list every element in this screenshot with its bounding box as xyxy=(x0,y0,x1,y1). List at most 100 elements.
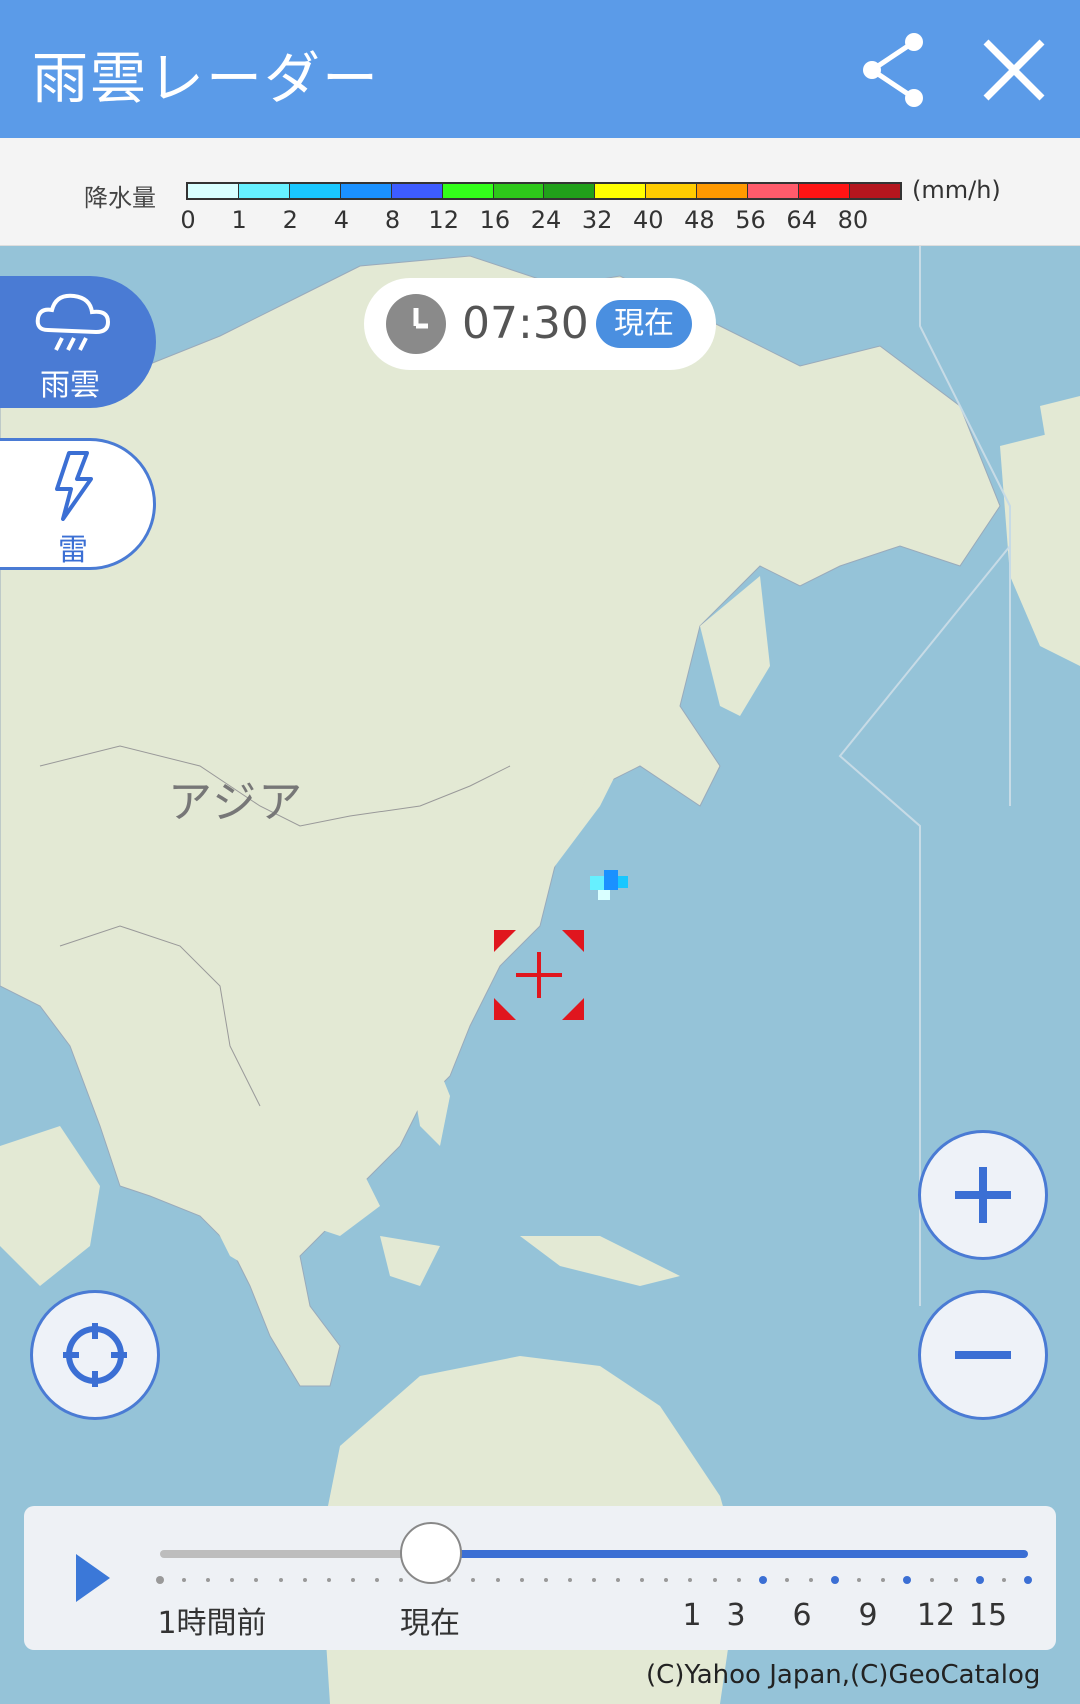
timeline-dot xyxy=(230,1578,235,1582)
timeline-label-3: 3 xyxy=(726,1598,746,1633)
map-copyright: (C)Yahoo Japan,(C)GeoCatalog xyxy=(646,1660,1041,1690)
legend-tick: 2 xyxy=(282,206,298,234)
legend-tick: 24 xyxy=(530,206,562,234)
timeline-dot xyxy=(712,1578,717,1582)
time-display[interactable]: 07:30 現在 xyxy=(364,278,716,370)
legend-segment xyxy=(391,184,443,198)
timeline-dot xyxy=(664,1578,669,1582)
timeline-dot xyxy=(206,1578,211,1582)
timeline-dot xyxy=(975,1576,984,1584)
rain-layer-button[interactable]: 雨雲 xyxy=(0,276,156,408)
timeline-label-1: 1 xyxy=(682,1598,702,1633)
legend-tick: 40 xyxy=(633,206,664,234)
legend-segment xyxy=(340,184,392,198)
timeline-label-past: 1時間前 xyxy=(157,1606,267,1641)
timeline-dot xyxy=(903,1576,912,1584)
legend-segment xyxy=(849,184,900,198)
precipitation-legend: 降水量 0 1 2 4 8 12 16 24 32 40 48 56 64 80 (mm/h) xyxy=(0,138,1080,246)
timeline-dot xyxy=(278,1578,283,1582)
legend-segment xyxy=(493,184,545,198)
legend-tick: 56 xyxy=(735,206,766,234)
legend-segment xyxy=(544,184,596,198)
legend-tick: 48 xyxy=(684,206,715,234)
legend-segment xyxy=(799,184,850,198)
plus-icon xyxy=(955,1167,1011,1223)
legend-tick: 0 xyxy=(180,206,196,234)
legend-segment xyxy=(188,184,239,198)
timeline-dot xyxy=(953,1578,958,1582)
timeline-dot xyxy=(375,1578,379,1582)
legend-tick: 4 xyxy=(333,206,350,234)
timeline-dot xyxy=(831,1576,840,1584)
timeline-dot xyxy=(881,1578,886,1582)
locate-button[interactable] xyxy=(30,1290,160,1420)
legend-tick: 12 xyxy=(428,206,459,234)
timeline-dot xyxy=(182,1578,187,1582)
locate-icon xyxy=(63,1323,127,1387)
timeline-dot xyxy=(857,1578,862,1582)
timeline-dot xyxy=(784,1578,789,1582)
continent-label: アジア xyxy=(168,777,305,828)
timeline-dot xyxy=(326,1578,331,1582)
legend-segment xyxy=(442,184,494,198)
lightning-icon xyxy=(49,451,99,521)
app-header: 雨雲レーダー xyxy=(0,0,1080,138)
rain-layer-label: 雨雲 xyxy=(40,368,100,403)
timeline-dot xyxy=(156,1576,164,1584)
legend-tick: 8 xyxy=(384,206,401,234)
timeline-dot xyxy=(1001,1578,1006,1582)
timeline-dot xyxy=(254,1578,259,1582)
legend-segment xyxy=(289,184,341,198)
zoom-in-button[interactable] xyxy=(918,1130,1048,1260)
legend-tick: 16 xyxy=(479,206,511,234)
timeline-dot xyxy=(809,1578,813,1582)
share-icon[interactable] xyxy=(852,28,936,112)
minus-icon xyxy=(955,1351,1011,1359)
close-icon[interactable] xyxy=(972,28,1056,112)
rain-cloud-icon xyxy=(34,290,114,354)
timeline-dot xyxy=(495,1578,500,1582)
timeline-label-12: 12 xyxy=(916,1598,956,1633)
timeline-dot xyxy=(519,1578,524,1582)
timeline-dot xyxy=(736,1578,741,1582)
legend-tick: 64 xyxy=(786,206,817,234)
timeline-dot xyxy=(929,1578,934,1582)
legend-segment xyxy=(697,184,749,198)
legend-segment xyxy=(595,184,647,198)
legend-segment xyxy=(238,184,290,198)
crosshair-target-icon xyxy=(494,930,584,1020)
time-value: 07:30 xyxy=(462,298,589,349)
timeline-label-6: 6 xyxy=(792,1598,812,1633)
page-title: 雨雲レーダー xyxy=(32,47,380,112)
legend-color-bar xyxy=(186,182,902,200)
timeline-dot xyxy=(688,1578,693,1582)
timeline-knob[interactable] xyxy=(400,1522,462,1584)
thunder-layer-label: 雷 xyxy=(58,533,88,568)
timeline-dot xyxy=(302,1578,307,1582)
map-view[interactable] xyxy=(0,246,1080,1704)
timeline-dot xyxy=(567,1578,572,1582)
timeline-dot xyxy=(399,1578,404,1582)
now-badge: 現在 xyxy=(596,300,692,348)
legend-tick: 1 xyxy=(231,206,247,234)
timeline-dot xyxy=(758,1576,767,1584)
timeline-dot xyxy=(350,1578,355,1582)
legend-ticks: 0 1 2 4 8 12 16 24 32 40 48 56 64 80 xyxy=(0,206,1080,236)
legend-tick: 80 xyxy=(837,206,869,234)
zoom-out-button[interactable] xyxy=(918,1290,1048,1420)
timeline-dot xyxy=(543,1578,548,1582)
timeline-dot xyxy=(640,1578,645,1582)
timeline-dot xyxy=(471,1578,476,1582)
clock-icon xyxy=(386,294,446,354)
legend-tick: 32 xyxy=(581,206,613,234)
timeline-label-now: 現在 xyxy=(400,1606,460,1641)
timeline-dot xyxy=(592,1578,596,1582)
timeline-dot xyxy=(616,1578,621,1582)
timeline-panel: 1時間前 現在 1 3 6 9 12 15 xyxy=(24,1506,1056,1650)
legend-segment xyxy=(646,184,698,198)
legend-segment xyxy=(748,184,800,198)
timeline-dot xyxy=(1024,1576,1032,1584)
thunder-layer-button[interactable]: 雷 xyxy=(0,438,156,570)
timeline-label-9: 9 xyxy=(858,1598,878,1633)
legend-unit: (mm/h) xyxy=(912,176,1001,204)
